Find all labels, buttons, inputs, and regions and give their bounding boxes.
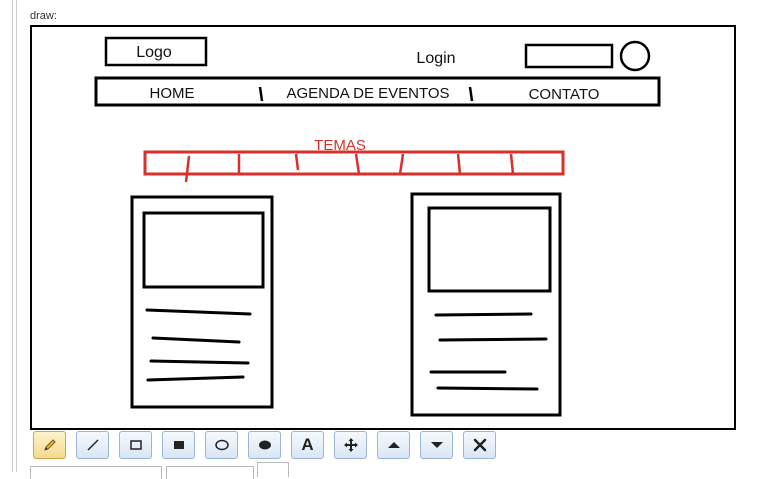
sketch-card-left-text-lines [145, 308, 252, 382]
drawing-canvas[interactable]: Logo Login HOME AGENDA DE EVENTOS CONTAT… [30, 25, 736, 430]
sketch-login-text: Login [416, 50, 455, 67]
bottom-field[interactable] [166, 466, 254, 479]
text-icon: A [301, 435, 314, 454]
move-tool-button[interactable] [334, 431, 367, 459]
filled-rectangle-icon [173, 441, 184, 449]
move-up-tool-button[interactable] [377, 431, 410, 459]
sketch-avatar-circle[interactable] [619, 40, 651, 72]
move-icon [343, 438, 358, 452]
sketch-login-box[interactable] [524, 43, 614, 69]
line-tool-button[interactable] [76, 431, 109, 459]
sketch-card-right-image [427, 206, 552, 293]
move-down-tool-button[interactable] [420, 431, 453, 459]
delete-tool-button[interactable] [463, 431, 496, 459]
move-down-icon [430, 442, 443, 448]
delete-icon [473, 438, 486, 452]
bottom-field-small[interactable] [257, 462, 289, 477]
sketch-nav-contato: CONTATO [529, 86, 600, 103]
text-tool-button[interactable]: A [291, 431, 324, 459]
sketch-nav-home: HOME [150, 85, 195, 102]
filled-rectangle-tool-button[interactable] [162, 431, 195, 459]
sketch-card-left-image [142, 211, 265, 289]
rectangle-icon [129, 440, 142, 450]
ellipse-tool-button[interactable] [205, 431, 238, 459]
line-icon [86, 439, 99, 451]
sketch-card-left[interactable] [130, 195, 274, 409]
sketch-themes-dividers [184, 153, 515, 183]
rectangle-tool-button[interactable] [119, 431, 152, 459]
pencil-tool-button[interactable] [33, 431, 66, 459]
sketch-svg: Logo Login HOME AGENDA DE EVENTOS CONTAT… [94, 36, 661, 417]
draw-label: draw: [30, 10, 57, 22]
filled-ellipse-icon [258, 440, 271, 450]
ellipse-icon [214, 439, 229, 451]
filled-ellipse-tool-button[interactable] [248, 431, 281, 459]
sketch-nav-agenda: AGENDA DE EVENTOS [286, 85, 449, 102]
sketch-logo-text: Logo [136, 44, 172, 61]
move-up-icon [387, 442, 400, 448]
pencil-icon [43, 439, 56, 451]
sketch-nav-divider [468, 86, 474, 102]
sketch-card-right-text-lines [429, 312, 548, 391]
sketch-themes-bar[interactable] [143, 150, 565, 176]
left-panel-divider [16, 0, 25, 472]
sketch-card-right[interactable] [410, 192, 562, 417]
left-panel [0, 0, 13, 472]
bottom-field[interactable] [30, 466, 162, 479]
sketch-nav-divider [258, 86, 264, 102]
